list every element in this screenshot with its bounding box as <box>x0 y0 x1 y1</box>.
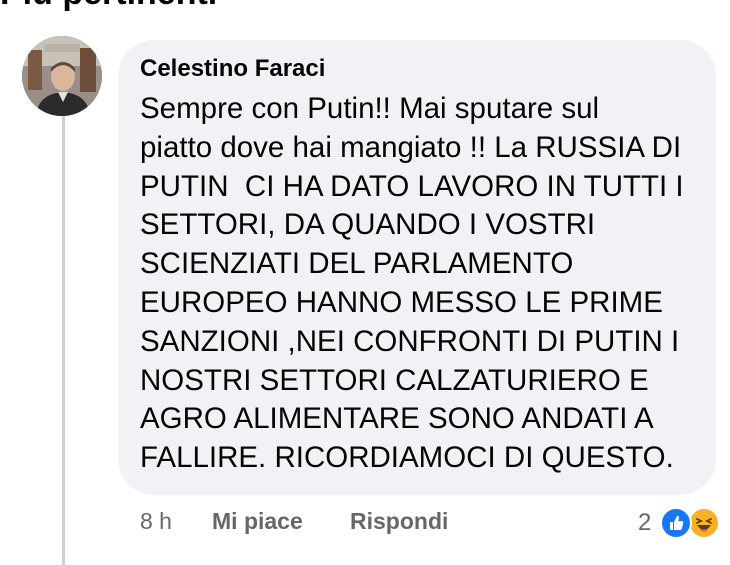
reaction-count: 2 <box>638 509 652 536</box>
comment-line: FALLIRE. RICORDIAMOCI DI QUESTO. <box>140 441 674 475</box>
comment-line: AGRO ALIMENTARE SONO ANDATI A <box>140 402 654 436</box>
comment-author[interactable]: Celestino Faraci <box>140 54 694 84</box>
comment-line: piatto dove hai mangiato !! La RUSSIA DI <box>140 130 682 164</box>
comment-text: Sempre con Putin!! Mai sputare sul piatt… <box>140 90 694 478</box>
comment-line: EUROPEO HANNO MESSO LE PRIME <box>140 285 663 319</box>
haha-icon <box>688 507 720 539</box>
section-header: Più pertinenti <box>0 0 217 13</box>
comment-bubble: Celestino Faraci Sempre con Putin!! Mai … <box>118 40 716 495</box>
avatar[interactable] <box>22 36 102 116</box>
reply-button[interactable]: Rispondi <box>350 508 448 535</box>
comment-line: SCIENZIATI DEL PARLAMENTO <box>140 247 574 281</box>
comment-timestamp[interactable]: 8 h <box>140 508 172 535</box>
like-icon <box>660 507 692 539</box>
comment-line: NOSTRI SETTORI CALZATURIERO E <box>140 363 649 397</box>
comment-line: Sempre con Putin!! Mai sputare sul <box>140 92 600 125</box>
comment-line: SANZIONI ,NEI CONFRONTI DI PUTIN I <box>140 324 680 358</box>
comment-line: SETTORI, DA QUANDO I VOSTRI <box>140 208 596 242</box>
thread-line <box>62 116 65 565</box>
like-button[interactable]: Mi piace <box>212 508 303 535</box>
avatar-photo-icon <box>22 36 102 116</box>
comment-line: PUTIN CI HA DATO LAVORO IN TUTTI I <box>140 169 684 203</box>
